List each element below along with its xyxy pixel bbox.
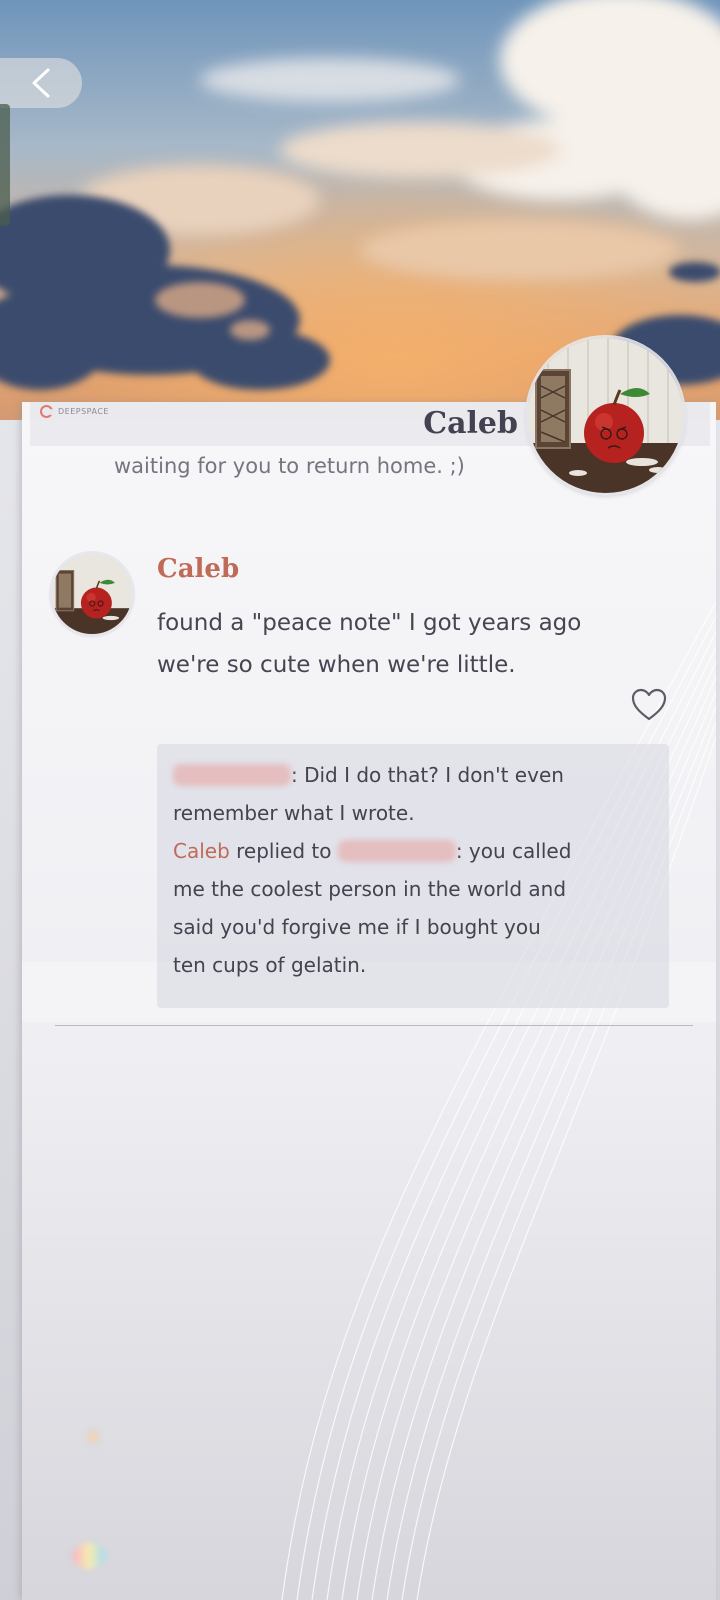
profile-avatar[interactable] (528, 338, 683, 493)
lens-flare (86, 1428, 100, 1446)
comment-text: remember what I wrote. (173, 801, 415, 825)
side-tab (0, 104, 10, 226)
replied-to-label: replied to (229, 839, 338, 863)
post-text-line: we're so cute when we're little. (157, 652, 516, 678)
divider (55, 1025, 693, 1026)
profile-name: Caleb (423, 406, 518, 441)
redacted-username (173, 764, 291, 786)
moments-screen: DEEPSPACE Caleb waiting for you to retur… (0, 0, 720, 1600)
reply-text: ten cups of gelatin. (173, 953, 367, 977)
profile-status: waiting for you to return home. ;) (114, 454, 465, 478)
heart-outline-icon (631, 688, 667, 721)
reply-text: said you'd forgive me if I bought you (173, 915, 541, 939)
post-text-line: found a "peace note" I got years ago (157, 610, 582, 636)
apple-avatar-image (528, 338, 683, 493)
reply-item[interactable]: Caleb replied to : you called (173, 832, 653, 870)
lens-flare (72, 1543, 106, 1569)
brand-logo-icon (40, 405, 54, 418)
comment-text: : Did I do that? I don't even (291, 763, 564, 787)
back-button[interactable] (0, 58, 82, 108)
reply-text: : you called (455, 839, 572, 863)
reply-author-name[interactable]: Caleb (173, 839, 230, 863)
like-button[interactable] (630, 687, 668, 723)
chevron-left-icon (32, 68, 50, 98)
comments-section: : Did I do that? I don't even remember w… (157, 744, 669, 1008)
reply-text: me the coolest person in the world and (173, 877, 567, 901)
post-text: found a "peace note" I got years ago we'… (157, 602, 677, 686)
brand-logo: DEEPSPACE (40, 405, 109, 418)
post-author-name[interactable]: Caleb (157, 554, 239, 584)
brand-logo-text: DEEPSPACE (58, 407, 109, 416)
redacted-username (337, 840, 456, 862)
comment-item[interactable]: : Did I do that? I don't even (173, 756, 653, 794)
apple-avatar-image (52, 554, 132, 634)
post-author-avatar[interactable] (52, 554, 132, 634)
